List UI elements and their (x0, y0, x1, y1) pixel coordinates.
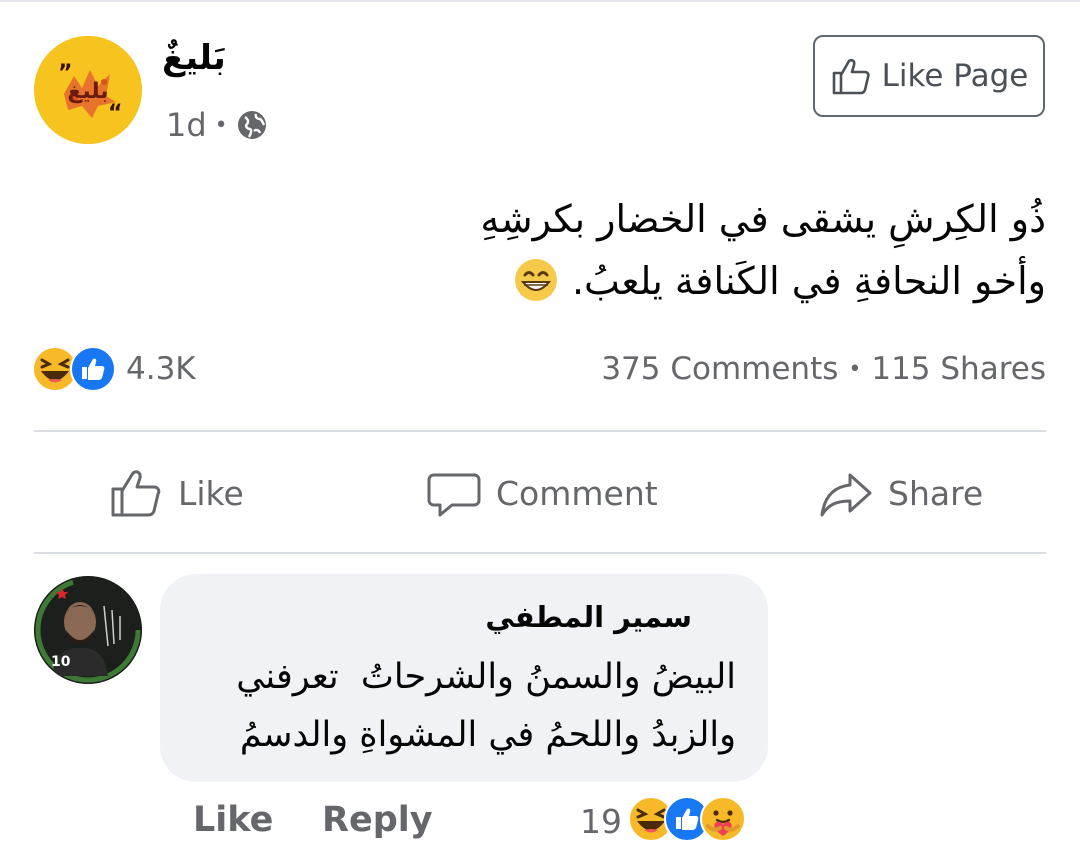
grinning-face-emoji (514, 259, 557, 301)
comment-label: Comment (496, 473, 658, 513)
reactions-summary[interactable]: 4.3K (32, 346, 196, 392)
globe-icon[interactable] (236, 109, 268, 141)
page-name[interactable]: بَليغٌ (162, 38, 226, 78)
divider-bottom (34, 552, 1046, 554)
meta-separator: • (214, 112, 228, 138)
share-button[interactable]: Share (818, 462, 983, 524)
commenter-avatar[interactable]: 10 (34, 576, 142, 684)
comments-count[interactable]: 375 Comments (601, 351, 838, 387)
commenter-name[interactable]: سمير المطفي (485, 600, 692, 634)
page-logo-icon: بليغ ” “ (34, 36, 142, 144)
post-text-line-1: ذُو الكِرشِ يشقى في الخضار بكرشِهِ (480, 197, 1046, 241)
post-counts: 375 Comments • 115 Shares (601, 346, 1046, 392)
share-arrow-icon (820, 473, 872, 517)
thumbs-up-icon (111, 470, 161, 517)
like-page-button[interactable]: Like Page (813, 35, 1045, 117)
comment-text-line-1: البيضُ والسمنُ والشرحاتُ تعرفني (236, 657, 736, 697)
profile-photo-icon: 10 (34, 576, 142, 684)
comment-text-line-2: والزبدُ واللحمُ في المشواةِ والدسمُ (239, 715, 736, 755)
comment-reply-button[interactable]: Reply (322, 800, 433, 840)
reaction-count: 4.3K (126, 351, 196, 387)
svg-text:“: “ (108, 101, 122, 126)
comment-reactions[interactable] (628, 796, 746, 842)
svg-text:بليغ: بليغ (67, 79, 108, 104)
page-avatar[interactable]: بليغ ” “ (34, 36, 142, 144)
post-text-line-2: وأخو النحافةِ في الكَنافة يلعبُ. (571, 259, 1046, 303)
comment-like-button[interactable]: Like (193, 800, 273, 840)
divider-top (34, 430, 1046, 432)
care-icon (700, 796, 746, 842)
share-label: Share (888, 473, 984, 513)
like-label: Like (178, 473, 244, 513)
like-button[interactable]: Like (108, 462, 244, 524)
post-text-line-2-wrap: وأخو النحافةِ في الكَنافة يلعبُ. (226, 250, 1046, 312)
top-border (0, 0, 1080, 2)
post-meta: 1d • (166, 106, 268, 144)
like-icon (70, 346, 116, 392)
comment-button[interactable]: Comment (426, 462, 658, 524)
thumbs-up-icon (832, 58, 870, 95)
shares-count[interactable]: 115 Shares (871, 351, 1046, 387)
like-page-label: Like Page (881, 58, 1029, 94)
counts-separator: • (848, 356, 862, 382)
comment-bubble-icon (427, 473, 481, 517)
post-text: ذُو الكِرشِ يشقى في الخضار بكرشِهِ وأخو … (226, 188, 1046, 312)
svg-text:”: ” (58, 61, 72, 86)
comment-text: البيضُ والسمنُ والشرحاتُ تعرفني والزبدُ … (176, 648, 736, 764)
avatar-badge: 10 (51, 654, 71, 670)
comment-reaction-count: 19 (580, 802, 622, 841)
post-time[interactable]: 1d (166, 106, 207, 144)
